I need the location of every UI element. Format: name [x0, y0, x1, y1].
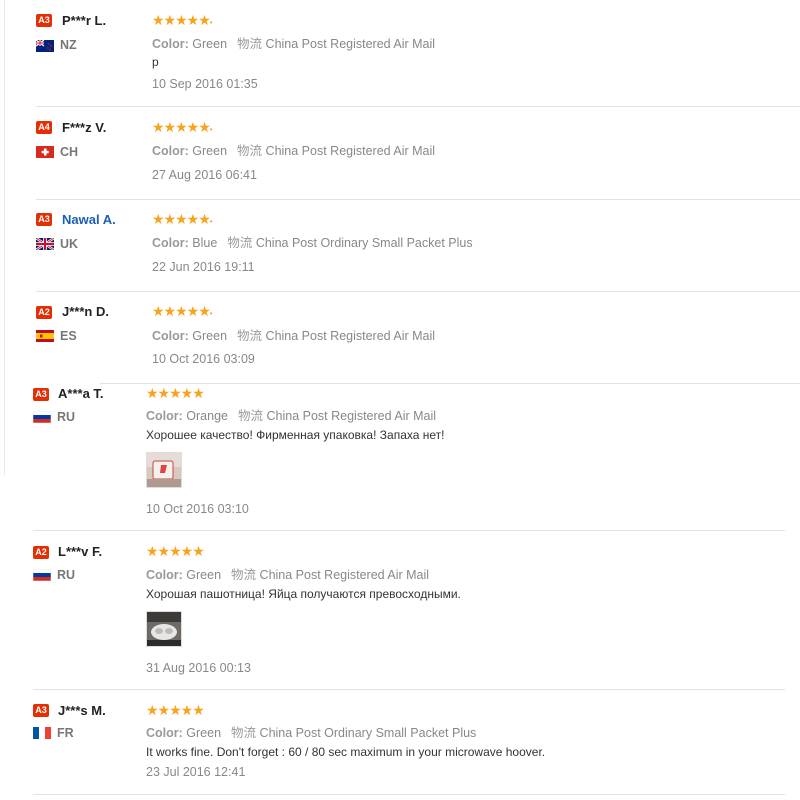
- divider: [33, 689, 785, 690]
- fr-flag-icon: [33, 727, 51, 739]
- order-info: Color: Green 物流 China Post Ordinary Small…: [146, 722, 476, 741]
- color-label: Color:: [146, 409, 183, 423]
- shipping-label: 物流: [227, 236, 253, 250]
- star-rating: ★★★★★•: [152, 12, 213, 28]
- nz-flag-icon: [36, 40, 54, 52]
- ru-flag-icon: [33, 569, 51, 581]
- shipping-method: China Post Ordinary Small Packet Plus: [255, 236, 473, 250]
- color-label: Color:: [146, 568, 183, 582]
- buyer-level-badge: A3: [36, 213, 52, 226]
- review-photo-thumbnail[interactable]: [146, 452, 182, 488]
- buyer-level-badge: A2: [36, 306, 52, 319]
- buyer-name: P***r L.: [62, 13, 107, 28]
- shipping-method: China Post Registered Air Mail: [266, 409, 437, 423]
- shipping-method: China Post Registered Air Mail: [265, 329, 436, 343]
- buyer-name: A***a T.: [58, 386, 104, 401]
- ru-flag-icon: [33, 411, 51, 423]
- color-value: Green: [192, 37, 228, 51]
- divider: [36, 106, 800, 107]
- shipping-label: 物流: [231, 568, 257, 582]
- order-info: Color: Green 物流 China Post Registered Air…: [152, 33, 435, 52]
- buyer-country: RU: [57, 410, 76, 424]
- review-text: Хорошее качество! Фирменная упаковка! За…: [146, 428, 445, 442]
- divider: [33, 794, 785, 795]
- buyer-name: L***v F.: [58, 544, 103, 559]
- buyer-country: UK: [60, 237, 79, 251]
- buyer-level-badge: A3: [36, 14, 52, 27]
- order-info: Color: Orange 物流 China Post Registered Ai…: [146, 405, 436, 424]
- buyer-name-link[interactable]: Nawal A.: [62, 212, 116, 227]
- star-rating: ★★★★★: [146, 543, 205, 559]
- buyer-level-badge: A4: [36, 121, 52, 134]
- buyer-country: ES: [60, 329, 77, 343]
- divider: [36, 199, 800, 200]
- ch-flag-icon: [36, 146, 54, 158]
- shipping-method: China Post Registered Air Mail: [259, 568, 430, 582]
- divider: [100, 383, 800, 384]
- color-value: Green: [186, 726, 222, 740]
- color-value: Green: [192, 329, 228, 343]
- star-rating: ★★★★★•: [152, 119, 213, 135]
- review-date: 10 Sep 2016 01:35: [152, 77, 258, 91]
- shipping-label: 物流: [237, 329, 263, 343]
- color-value: Orange: [186, 409, 228, 423]
- review-date: 22 Jun 2016 19:11: [152, 260, 255, 274]
- review-photo-thumbnail[interactable]: [146, 611, 182, 647]
- shipping-label: 物流: [237, 37, 263, 51]
- review-date: 27 Aug 2016 06:41: [152, 168, 257, 182]
- buyer-level-badge: A3: [33, 388, 49, 401]
- review-date: 31 Aug 2016 00:13: [146, 661, 251, 675]
- review-date: 23 Jul 2016 12:41: [146, 765, 246, 779]
- review-date: 10 Oct 2016 03:10: [146, 502, 249, 516]
- color-value: Blue: [192, 236, 218, 250]
- color-label: Color:: [152, 236, 189, 250]
- buyer-country: RU: [57, 568, 76, 582]
- review-text: p: [152, 55, 159, 69]
- color-value: Green: [192, 144, 228, 158]
- star-rating: ★★★★★: [146, 702, 205, 718]
- order-info: Color: Green 物流 China Post Registered Air…: [152, 325, 435, 344]
- review-text: It works fine. Don't forget : 60 / 80 se…: [146, 745, 546, 759]
- color-value: Green: [186, 568, 222, 582]
- buyer-name: F***z V.: [62, 120, 107, 135]
- color-label: Color:: [152, 37, 189, 51]
- review-text: Хорошая пашотница! Яйца получаются прево…: [146, 587, 461, 601]
- order-info: Color: Green 物流 China Post Registered Air…: [152, 140, 435, 159]
- shipping-method: China Post Registered Air Mail: [265, 144, 436, 158]
- divider: [36, 291, 800, 292]
- buyer-name: J***n D.: [62, 304, 109, 319]
- buyer-name: J***s M.: [58, 703, 106, 718]
- order-info: Color: Blue 物流 China Post Ordinary Small …: [152, 232, 473, 251]
- review-date: 10 Oct 2016 03:09: [152, 352, 255, 366]
- color-label: Color:: [152, 144, 189, 158]
- divider: [33, 530, 785, 531]
- star-rating: ★★★★★: [146, 385, 205, 401]
- shipping-label: 物流: [231, 726, 257, 740]
- shipping-method: China Post Registered Air Mail: [265, 37, 436, 51]
- color-label: Color:: [146, 726, 183, 740]
- star-rating: ★★★★★•: [152, 211, 213, 227]
- buyer-country: FR: [57, 726, 74, 740]
- uk-flag-icon: [36, 238, 54, 250]
- buyer-level-badge: A3: [33, 704, 49, 717]
- shipping-label: 物流: [237, 144, 263, 158]
- buyer-level-badge: A2: [33, 546, 49, 559]
- shipping-method: China Post Ordinary Small Packet Plus: [259, 726, 477, 740]
- order-info: Color: Green 物流 China Post Registered Air…: [146, 564, 429, 583]
- color-label: Color:: [152, 329, 189, 343]
- shipping-label: 物流: [238, 409, 264, 423]
- star-rating: ★★★★★•: [152, 303, 213, 319]
- buyer-country: CH: [60, 145, 79, 159]
- buyer-country: NZ: [60, 38, 77, 52]
- es-flag-icon: [36, 330, 54, 342]
- left-border: [4, 0, 5, 475]
